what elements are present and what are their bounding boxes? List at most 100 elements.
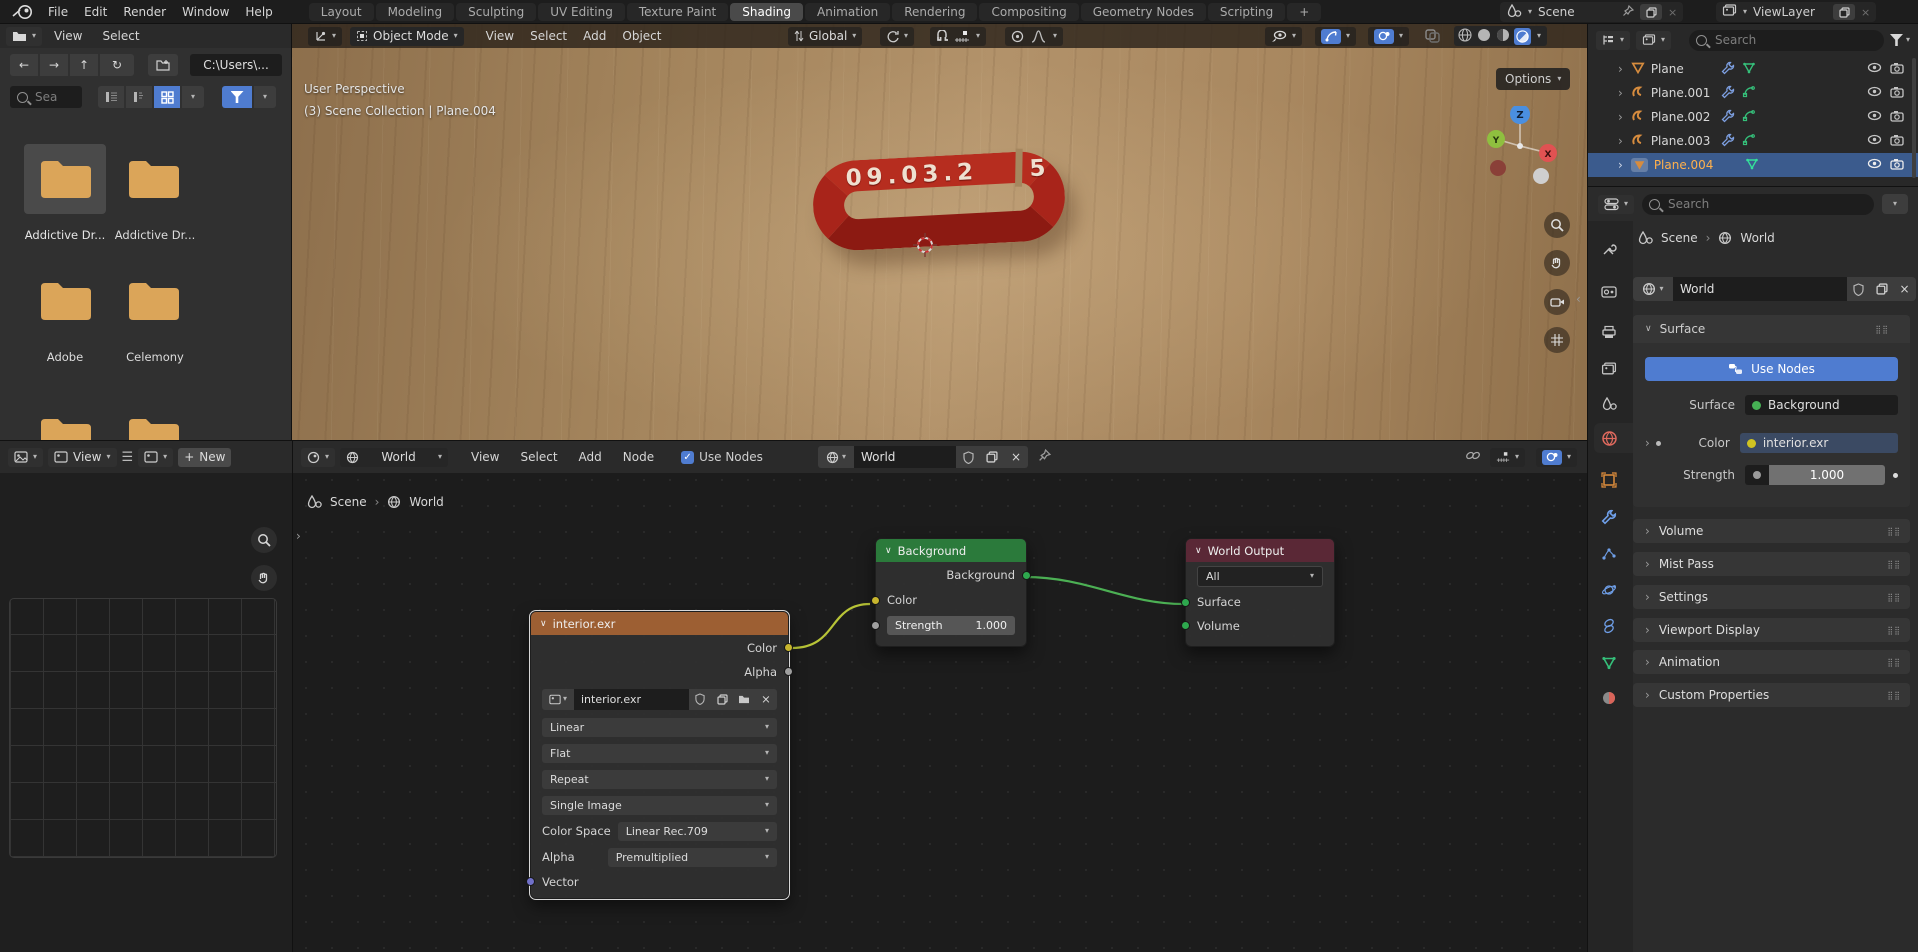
socket-color-output[interactable] bbox=[784, 643, 793, 652]
scrollbar[interactable] bbox=[1912, 58, 1916, 178]
tab-data-icon[interactable] bbox=[1597, 651, 1621, 673]
editor-type-button[interactable]: ▾ bbox=[1598, 195, 1634, 214]
mode-dropdown[interactable]: Object Mode▾ bbox=[350, 27, 464, 46]
socket-surface-input[interactable] bbox=[1181, 598, 1190, 607]
shading-material-icon[interactable] bbox=[1495, 27, 1511, 46]
tab-rendering[interactable]: Rendering bbox=[892, 3, 977, 21]
close-icon[interactable]: × bbox=[1861, 6, 1870, 19]
folder-icon-partial[interactable] bbox=[126, 414, 182, 441]
menu-render[interactable]: Render bbox=[115, 5, 174, 19]
outliner-search-field[interactable] bbox=[1689, 30, 1884, 51]
outliner-row-plane004-selected[interactable]: › Plane.004 bbox=[1588, 153, 1918, 177]
panel-settings[interactable]: ›Settings⣿⣿ bbox=[1633, 585, 1910, 609]
menu-edit[interactable]: Edit bbox=[76, 5, 115, 19]
open-folder-icon[interactable] bbox=[733, 689, 755, 710]
socket-alpha-output[interactable] bbox=[784, 667, 793, 676]
image-name-field[interactable]: interior.exr bbox=[574, 689, 689, 710]
overlays-dropdown[interactable]: ▾ bbox=[1368, 27, 1409, 46]
alpha-mode-dropdown[interactable]: Premultiplied▾ bbox=[608, 848, 777, 867]
viewport-object-menu[interactable]: Object bbox=[614, 29, 669, 43]
node-header[interactable]: ∨interior.exr bbox=[531, 612, 788, 635]
surface-value-field[interactable]: Background bbox=[1745, 395, 1898, 415]
tab-modeling[interactable]: Modeling bbox=[376, 3, 455, 21]
properties-options-dropdown[interactable]: ▾ bbox=[1882, 194, 1908, 214]
forward-button[interactable]: → bbox=[40, 54, 68, 76]
ortho-grid-icon[interactable] bbox=[1544, 327, 1570, 353]
add-workspace-button[interactable]: + bbox=[1287, 3, 1321, 21]
tab-compositing[interactable]: Compositing bbox=[979, 3, 1078, 21]
viewlayer-name[interactable]: ViewLayer bbox=[1753, 5, 1827, 19]
mesh-data-icon[interactable] bbox=[1742, 61, 1756, 77]
disable-render-camera-icon[interactable] bbox=[1890, 134, 1904, 149]
interpolation-dropdown[interactable]: Linear▾ bbox=[542, 718, 777, 737]
path-field[interactable]: C:\Users\... bbox=[190, 54, 282, 76]
extension-dropdown[interactable]: Repeat▾ bbox=[542, 770, 777, 789]
image-view-menu[interactable]: View▾ bbox=[48, 448, 117, 467]
strength-slider[interactable]: 1.000 bbox=[1745, 465, 1885, 485]
curve-data-icon[interactable] bbox=[1742, 133, 1756, 149]
close-icon[interactable]: × bbox=[1893, 277, 1916, 301]
panel-animation[interactable]: ›Animation⣿⣿ bbox=[1633, 650, 1910, 674]
folder-icon[interactable] bbox=[126, 156, 182, 205]
copy-icon[interactable] bbox=[711, 689, 733, 710]
hide-eye-icon[interactable] bbox=[1867, 86, 1882, 100]
filter-dropdown[interactable]: ▾ bbox=[254, 86, 276, 108]
disable-render-camera-icon[interactable] bbox=[1890, 110, 1904, 125]
socket-vector-input[interactable] bbox=[526, 877, 535, 886]
strength-slider[interactable]: Strength1.000 bbox=[887, 616, 1015, 635]
up-button[interactable]: ↑ bbox=[70, 54, 98, 76]
breadcrumb-world[interactable]: World bbox=[1740, 231, 1774, 245]
folder-icon[interactable] bbox=[38, 278, 94, 327]
disable-render-camera-icon[interactable] bbox=[1890, 86, 1904, 101]
modifier-wrench-icon[interactable] bbox=[1721, 85, 1735, 102]
surface-panel-header[interactable]: ∨Surface⣿⣿ bbox=[1633, 315, 1910, 343]
menu-help[interactable]: Help bbox=[237, 5, 280, 19]
viewport-select-menu[interactable]: Select bbox=[522, 29, 575, 43]
transform-orientation-dropdown[interactable]: Global▾ bbox=[788, 27, 862, 46]
socket-color-input[interactable] bbox=[871, 596, 880, 605]
node-world-output[interactable]: ∨World Output All▾ Surface Volume bbox=[1185, 538, 1335, 647]
tab-shading[interactable]: Shading bbox=[730, 3, 803, 21]
tab-tool-icon[interactable] bbox=[1597, 238, 1621, 260]
image-browse-dropdown[interactable]: ▾ bbox=[542, 689, 574, 710]
viewlayer-icon[interactable] bbox=[1722, 4, 1737, 20]
color-space-dropdown[interactable]: Linear Rec.709▾ bbox=[618, 822, 777, 841]
outliner-display-mode-dropdown[interactable]: ▾ bbox=[1596, 31, 1630, 50]
tab-texture-paint[interactable]: Texture Paint bbox=[627, 3, 728, 21]
viewport-add-menu[interactable]: Add bbox=[575, 29, 614, 43]
view-vertical-list-icon[interactable] bbox=[98, 86, 124, 108]
zoom-tool-icon[interactable] bbox=[1544, 212, 1570, 238]
use-nodes-button[interactable]: Use Nodes bbox=[1645, 357, 1898, 381]
new-image-button[interactable]: +New bbox=[178, 448, 231, 467]
tab-physics-icon[interactable] bbox=[1597, 579, 1621, 601]
image-datablock-dropdown[interactable]: ▾ bbox=[138, 448, 173, 467]
socket-background-output[interactable] bbox=[1022, 571, 1031, 580]
menu-file[interactable]: File bbox=[40, 5, 76, 19]
node-background[interactable]: ∨Background Background Color Strength1.0… bbox=[875, 538, 1027, 647]
copy-icon[interactable] bbox=[1870, 277, 1893, 301]
breadcrumb-scene[interactable]: Scene bbox=[1661, 231, 1698, 245]
close-icon[interactable]: × bbox=[755, 689, 777, 710]
outliner-row-plane[interactable]: › Plane bbox=[1588, 57, 1918, 81]
socket-strength-input[interactable] bbox=[871, 621, 880, 630]
new-folder-button[interactable] bbox=[148, 54, 178, 76]
filter-icon[interactable] bbox=[222, 86, 252, 108]
folder-icon-partial[interactable] bbox=[38, 414, 94, 441]
pin-icon[interactable] bbox=[1622, 5, 1634, 20]
outliner-row-plane001[interactable]: › Plane.001 bbox=[1588, 81, 1918, 105]
viewport-view-menu[interactable]: View bbox=[478, 29, 522, 43]
menu-hamburger-icon[interactable]: ☰ bbox=[122, 450, 134, 465]
tab-particles-icon[interactable] bbox=[1597, 543, 1621, 565]
animate-dot[interactable] bbox=[1893, 473, 1898, 478]
xray-toggle-icon[interactable] bbox=[1424, 28, 1441, 47]
zoom-tool-icon[interactable] bbox=[251, 527, 277, 553]
tab-object-icon[interactable] bbox=[1597, 469, 1621, 491]
refresh-button[interactable]: ↻ bbox=[100, 54, 134, 76]
pan-hand-icon[interactable] bbox=[1544, 250, 1570, 276]
tab-render-icon[interactable] bbox=[1597, 281, 1621, 303]
editor-type-button[interactable]: ▾ bbox=[6, 27, 42, 46]
projection-dropdown[interactable]: Flat▾ bbox=[542, 744, 777, 763]
world-name-field[interactable]: World bbox=[1673, 277, 1847, 301]
shading-dropdown-icon[interactable]: ▾ bbox=[1537, 32, 1541, 40]
outliner-filter-button[interactable]: ▾ bbox=[1890, 34, 1910, 46]
